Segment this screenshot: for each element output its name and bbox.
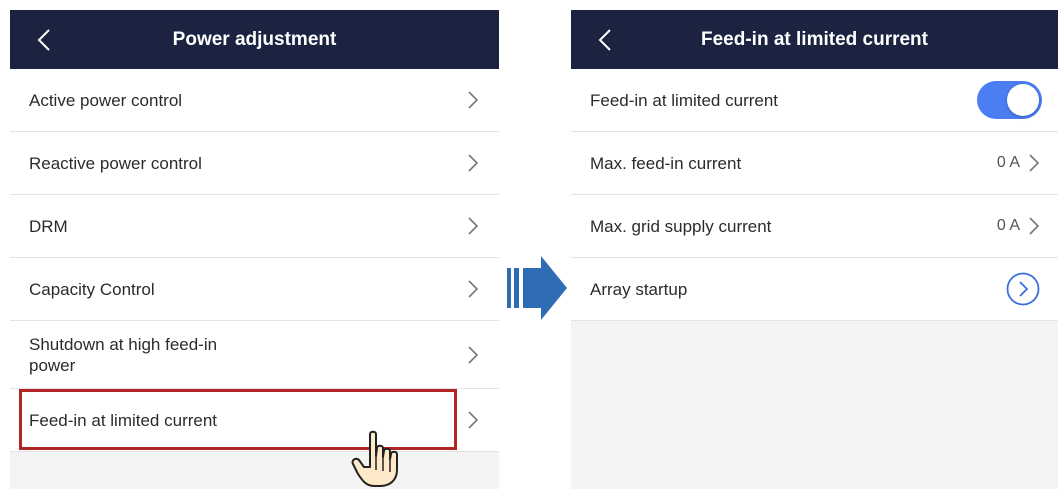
- chevron-right-icon: [468, 217, 479, 235]
- item-value: 0 A: [996, 154, 1020, 171]
- item-label: Capacity Control: [29, 279, 155, 299]
- page-title: Power adjustment: [172, 28, 337, 50]
- list-item-drm[interactable]: DRM: [10, 195, 499, 258]
- hand-pointer-icon: [351, 430, 398, 487]
- header-bar: Power adjustment: [10, 10, 499, 69]
- list-item-array-startup: Array startup: [571, 258, 1058, 321]
- chevron-right-icon: [468, 411, 479, 429]
- chevron-right-icon: [468, 154, 479, 172]
- back-chevron-icon[interactable]: [36, 28, 52, 52]
- chevron-right-icon: [468, 280, 479, 298]
- item-label: DRM: [29, 216, 68, 236]
- feed-in-limited-current-screen: Feed-in at limited current Feed-in at li…: [571, 10, 1058, 489]
- header-bar: Feed-in at limited current: [571, 10, 1058, 69]
- list-item-max-grid-supply-current[interactable]: Max. grid supply current 0 A: [571, 195, 1058, 258]
- item-value-group: 0 A: [997, 153, 1040, 173]
- chevron-right-icon: [468, 345, 479, 364]
- chevron-right-icon: [468, 91, 479, 109]
- settings-list: Active power control Reactive power cont…: [10, 69, 499, 452]
- item-label: Max. grid supply current: [590, 216, 772, 236]
- page-title: Feed-in at limited current: [701, 28, 928, 50]
- back-chevron-icon[interactable]: [597, 28, 613, 52]
- chevron-right-icon: [1029, 154, 1040, 172]
- list-item-shutdown-at-high-feed-in-power[interactable]: Shutdown at high feed-in power: [10, 321, 499, 389]
- item-label: Active power control: [29, 90, 183, 110]
- list-item-reactive-power-control[interactable]: Reactive power control: [10, 132, 499, 195]
- circle-chevron-right-icon[interactable]: [1006, 272, 1040, 306]
- list-item-capacity-control[interactable]: Capacity Control: [10, 258, 499, 321]
- item-value: 0 A: [996, 217, 1020, 234]
- item-label: Reactive power control: [29, 153, 202, 173]
- toggle-knob: [1007, 84, 1039, 116]
- list-item-max-feed-in-current[interactable]: Max. feed-in current 0 A: [571, 132, 1058, 195]
- settings-list: Feed-in at limited current Max. feed-in …: [571, 69, 1058, 321]
- feed-in-limited-current-toggle[interactable]: [977, 81, 1042, 119]
- item-value-group: 0 A: [997, 216, 1040, 236]
- list-item-active-power-control[interactable]: Active power control: [10, 69, 499, 132]
- item-label: Feed-in at limited current: [590, 90, 779, 110]
- item-label: Array startup: [590, 279, 688, 299]
- item-label: Max. feed-in current: [590, 153, 742, 173]
- item-label: Feed-in at limited current: [29, 410, 218, 430]
- chevron-right-icon: [1029, 217, 1040, 235]
- list-item-feed-in-at-limited-current-toggle: Feed-in at limited current: [571, 69, 1058, 132]
- power-adjustment-screen: Power adjustment Active power control Re…: [10, 10, 499, 489]
- item-label: Shutdown at high feed-in power: [29, 334, 218, 375]
- arrow-right-icon: [507, 256, 567, 320]
- list-item-feed-in-at-limited-current[interactable]: Feed-in at limited current: [10, 389, 499, 452]
